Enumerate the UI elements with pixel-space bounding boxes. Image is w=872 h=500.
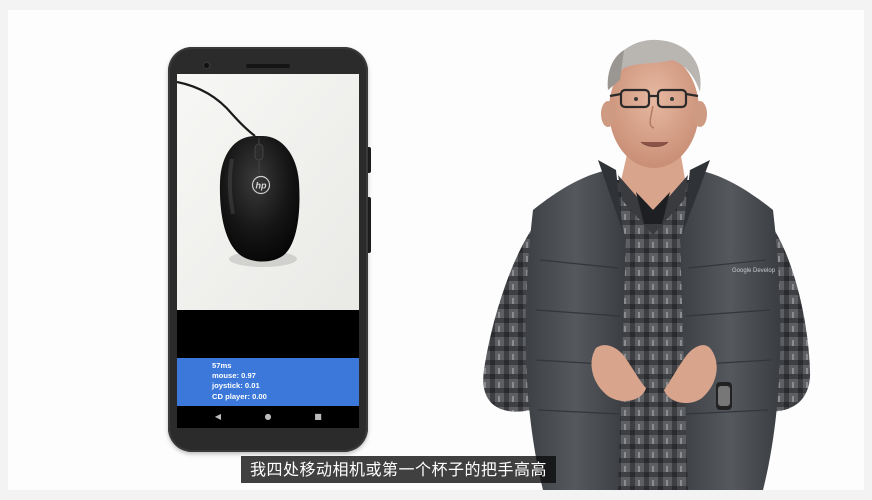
result-joystick: joystick: 0.01 xyxy=(212,381,260,391)
power-button xyxy=(368,147,371,173)
camera-preview: hp xyxy=(177,74,359,310)
computer-mouse-image: hp xyxy=(177,74,359,310)
latency-readout: 57ms xyxy=(212,361,232,370)
video-frame: hp 57ms mouse: 0.97 joystick: 0.01 CD pl… xyxy=(8,10,864,490)
vest-logo-text: Google Develop xyxy=(732,268,776,274)
back-icon[interactable]: ◀ xyxy=(213,413,223,421)
volume-button xyxy=(368,197,371,253)
home-icon[interactable]: ● xyxy=(263,413,273,421)
result-mouse: mouse: 0.97 xyxy=(212,371,256,381)
phone: hp 57ms mouse: 0.97 joystick: 0.01 CD pl… xyxy=(168,47,371,452)
phone-speaker xyxy=(246,64,290,68)
phone-screen: hp 57ms mouse: 0.97 joystick: 0.01 CD pl… xyxy=(177,74,359,428)
result-cd-player: CD player: 0.00 xyxy=(212,391,267,401)
recents-icon[interactable]: ■ xyxy=(313,413,323,421)
hp-logo: hp xyxy=(256,181,267,191)
presenter: Google Develop xyxy=(483,39,811,490)
android-nav-bar: ◀ ● ■ xyxy=(177,406,359,428)
classification-results: 57ms mouse: 0.97 joystick: 0.01 CD playe… xyxy=(177,358,359,406)
subtitle-caption: 我四处移动相机或第一个杯子的把手高高 xyxy=(241,456,557,483)
front-camera xyxy=(202,61,211,70)
